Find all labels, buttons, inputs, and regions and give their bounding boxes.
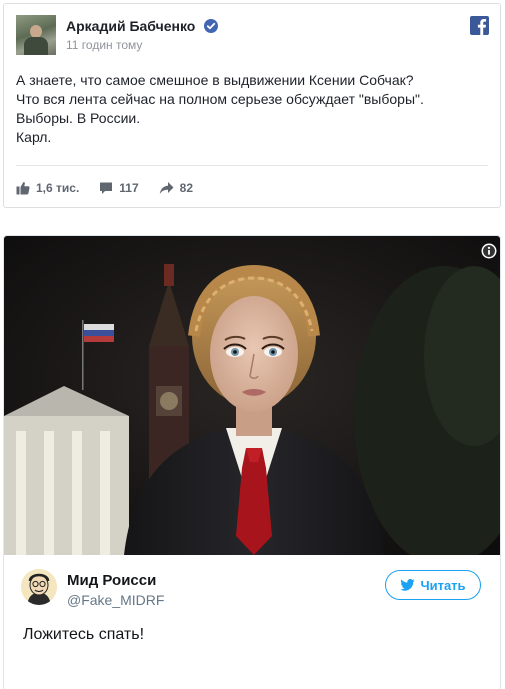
tweet-text: Ложитесь спать!: [23, 626, 145, 643]
portrait-photo-illustration: [4, 236, 500, 555]
embedded-tweet-card: Мид Роисси @Fake_MIDRF Читать Ложитесь с…: [3, 235, 501, 689]
facebook-post-card: Аркадий Бабченко 11 годин тому А знаете,…: [3, 3, 501, 208]
post-body: А знаете, что самое смешное в выдвижении…: [16, 71, 486, 147]
caricature-avatar-illustration: [21, 569, 57, 605]
tweet-handle[interactable]: @Fake_MIDRF: [67, 592, 164, 608]
post-stats: 1,6 тис. 117 82: [16, 176, 213, 200]
author-avatar[interactable]: [16, 15, 56, 55]
comment-bubble-icon: [100, 182, 113, 194]
follow-button[interactable]: Читать: [385, 570, 481, 600]
comment-count: 117: [119, 181, 139, 195]
divider: [16, 165, 488, 166]
verified-badge-icon: [204, 19, 218, 33]
info-icon[interactable]: [481, 243, 497, 259]
post-body-line: Карл.: [16, 129, 52, 145]
share-arrow-icon: [159, 182, 174, 194]
tweet-author-avatar[interactable]: [21, 569, 57, 605]
post-body-line: Что вся лента сейчас на полном серьезе о…: [16, 91, 424, 107]
thumbs-up-icon: [16, 182, 30, 195]
like-count-button[interactable]: 1,6 тис.: [16, 181, 79, 195]
author-name[interactable]: Аркадий Бабченко: [66, 18, 195, 34]
share-count: 82: [179, 181, 193, 195]
share-count-button[interactable]: 82: [159, 181, 193, 195]
facebook-logo-icon[interactable]: [470, 16, 489, 35]
tweet-photo[interactable]: [4, 236, 500, 555]
post-body-line: А знаете, что самое смешное в выдвижении…: [16, 72, 414, 88]
comment-count-button[interactable]: 117: [99, 181, 139, 195]
tweet-display-name[interactable]: Мид Роисси: [67, 572, 156, 589]
post-body-line: Выборы. В России.: [16, 110, 141, 126]
like-count: 1,6 тис.: [36, 181, 80, 195]
post-timestamp[interactable]: 11 годин тому: [66, 38, 142, 52]
follow-label: Читать: [420, 577, 466, 593]
twitter-bird-icon: [400, 579, 416, 591]
